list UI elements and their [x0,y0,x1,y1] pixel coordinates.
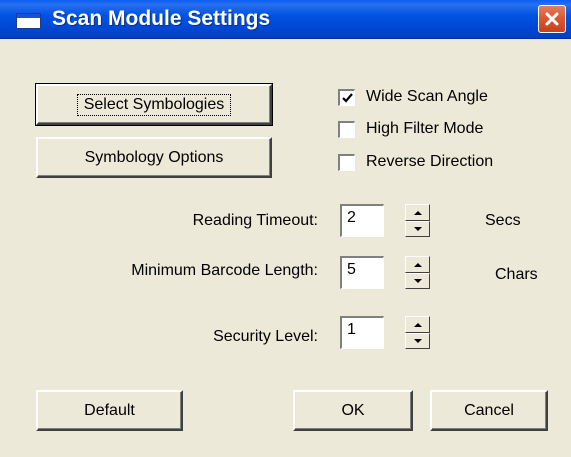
reading-timeout-unit: Secs [485,212,521,229]
min-barcode-length-spinner[interactable] [405,256,430,289]
default-button[interactable]: Default [36,390,183,431]
checkbox-label: Reverse Direction [366,153,494,170]
default-label: Default [84,401,135,419]
min-barcode-length-input[interactable]: 5 [340,256,384,289]
security-level-input[interactable]: 1 [340,316,384,349]
ok-button[interactable]: OK [293,390,413,431]
window-icon [16,13,41,29]
select-symbologies-label: Select Symbologies [76,93,232,116]
arrow-up-icon [414,323,422,327]
checkbox-label: High Filter Mode [366,120,484,137]
symbology-options-button[interactable]: Symbology Options [36,137,272,178]
arrow-up-icon [414,211,422,215]
arrow-down-icon [414,338,422,343]
checkbox-wide-scan-angle[interactable]: Wide Scan Angle [338,88,488,106]
spin-up-button[interactable] [405,204,430,221]
cancel-label: Cancel [464,401,514,419]
security-level-label: Security Level: [213,328,318,345]
checkbox-label: Wide Scan Angle [366,88,488,105]
arrow-up-icon [414,263,422,267]
checkbox[interactable] [338,88,355,106]
min-barcode-length-unit: Chars [495,266,538,283]
checkbox[interactable] [338,120,355,138]
close-icon [545,12,559,26]
checkbox[interactable] [338,153,355,171]
checkmark-icon [342,92,353,103]
close-button[interactable] [538,5,566,33]
security-level-spinner[interactable] [405,316,430,349]
ok-label: OK [341,401,365,419]
spin-down-button[interactable] [405,272,430,289]
symbology-options-label: Symbology Options [84,148,224,166]
checkbox-reverse-direction[interactable]: Reverse Direction [338,153,493,171]
reading-timeout-spinner[interactable] [405,204,430,237]
spin-up-button[interactable] [405,316,430,333]
arrow-down-icon [414,278,422,283]
spin-down-button[interactable] [405,332,430,349]
cancel-button[interactable]: Cancel [430,390,548,431]
reading-timeout-label: Reading Timeout: [192,212,318,229]
arrow-down-icon [414,226,422,231]
title-bar[interactable]: Scan Module Settings [0,0,571,39]
window-title: Scan Module Settings [52,7,271,30]
select-symbologies-button[interactable]: Select Symbologies [35,83,273,126]
spin-down-button[interactable] [405,220,430,237]
min-barcode-length-label: Minimum Barcode Length: [131,262,318,279]
checkbox-high-filter-mode[interactable]: High Filter Mode [338,120,483,138]
reading-timeout-input[interactable]: 2 [340,204,384,237]
spin-up-button[interactable] [405,256,430,273]
